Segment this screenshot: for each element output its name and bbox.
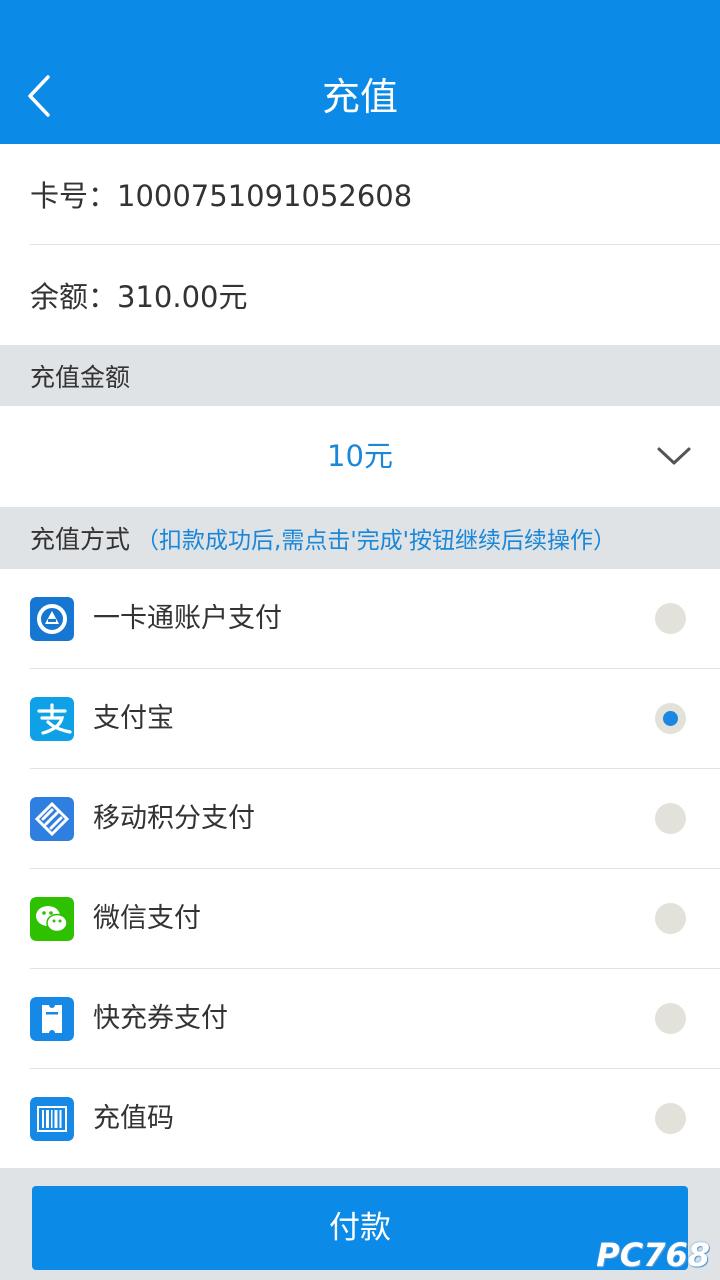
balance-text: 余额：310.00元 [30,280,248,314]
radio-button[interactable] [655,803,686,834]
payment-option-label: 移动积分支付 [93,803,255,834]
barcode-icon [30,1097,74,1141]
payment-option-label: 充值码 [93,1103,174,1134]
radio-button[interactable] [655,1003,686,1034]
payment-option-label: 快充券支付 [93,1003,228,1034]
method-section-title: 充值方式 [30,525,131,554]
payment-option-label: 微信支付 [93,903,201,934]
amount-section-header: 充值金额 [0,345,720,407]
amount-section-title: 充值金额 [30,363,131,392]
method-section-header: 充值方式 （扣款成功后,需点击'完成'按钮继续后续操作） [0,507,720,569]
coupon-icon [30,997,74,1041]
page-title: 充值 [321,75,398,119]
china-mobile-icon [30,797,74,841]
app-header: 充值 [0,0,720,144]
card-number-text: 卡号：1000751091052608 [30,179,413,213]
amount-dropdown[interactable]: 10元 [0,406,720,506]
payment-option-card-account[interactable]: 一卡通账户支付 [0,569,720,669]
radio-button[interactable] [655,603,686,634]
wechat-icon [30,897,74,941]
radio-button-selected[interactable] [655,703,686,734]
payment-option-label: 一卡通账户支付 [93,603,282,634]
payment-option-alipay[interactable]: 支付宝 [0,669,720,769]
chevron-down-icon [657,447,691,465]
payment-option-mobile-points[interactable]: 移动积分支付 [0,769,720,869]
pay-button[interactable]: 付款 [32,1186,688,1270]
amount-selected-value: 10元 [327,439,393,473]
payment-option-recharge-code[interactable]: 充值码 [0,1069,720,1169]
radio-button[interactable] [655,1103,686,1134]
watermark-logo: PC768 [596,1236,710,1274]
payment-option-coupon[interactable]: 快充券支付 [0,969,720,1069]
card-account-icon [30,597,74,641]
card-number-row: 卡号：1000751091052608 [0,144,720,244]
payment-option-label: 支付宝 [93,703,174,734]
method-section-note: （扣款成功后,需点击'完成'按钮继续后续操作） [136,528,616,554]
radio-button[interactable] [655,903,686,934]
payment-option-wechat[interactable]: 微信支付 [0,869,720,969]
balance-row: 余额：310.00元 [0,245,720,345]
alipay-icon [30,697,74,741]
